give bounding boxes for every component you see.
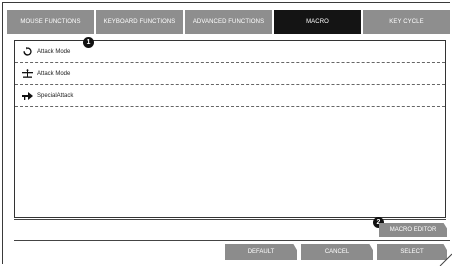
macro-list: Attack Mode Attack Mode SpecialAttack: [14, 40, 446, 218]
macro-label: SpecialAttack: [37, 92, 74, 99]
circular-arrows-icon: [21, 47, 33, 57]
cancel-button[interactable]: CANCEL: [301, 244, 373, 260]
callout-badge-1: 1: [83, 37, 94, 48]
tab-key-cycle[interactable]: KEY CYCLE: [363, 10, 450, 34]
select-button[interactable]: SELECT: [377, 244, 447, 260]
macro-label: Attack Mode: [37, 70, 71, 77]
macro-editor-button[interactable]: MACRO EDITOR: [379, 223, 447, 237]
tab-macro[interactable]: MACRO: [274, 10, 361, 34]
tab-bar: MOUSE FUNCTIONS KEYBOARD FUNCTIONS ADVAN…: [7, 10, 450, 34]
macro-list-item[interactable]: SpecialAttack: [15, 85, 445, 107]
tab-keyboard-functions[interactable]: KEYBOARD FUNCTIONS: [96, 10, 183, 34]
macro-list-item[interactable]: Attack Mode: [15, 63, 445, 85]
divider: [14, 240, 450, 241]
resize-corner-icon: [439, 253, 452, 266]
macro-label: Attack Mode: [37, 48, 71, 55]
macro-list-item[interactable]: Attack Mode: [15, 41, 445, 63]
balance-scale-icon: [21, 69, 33, 79]
tab-mouse-functions[interactable]: MOUSE FUNCTIONS: [7, 10, 94, 34]
arrow-right-icon: [21, 91, 33, 101]
default-button[interactable]: DEFAULT: [225, 244, 297, 260]
tab-advanced-functions[interactable]: ADVANCED FUNCTIONS: [185, 10, 272, 34]
